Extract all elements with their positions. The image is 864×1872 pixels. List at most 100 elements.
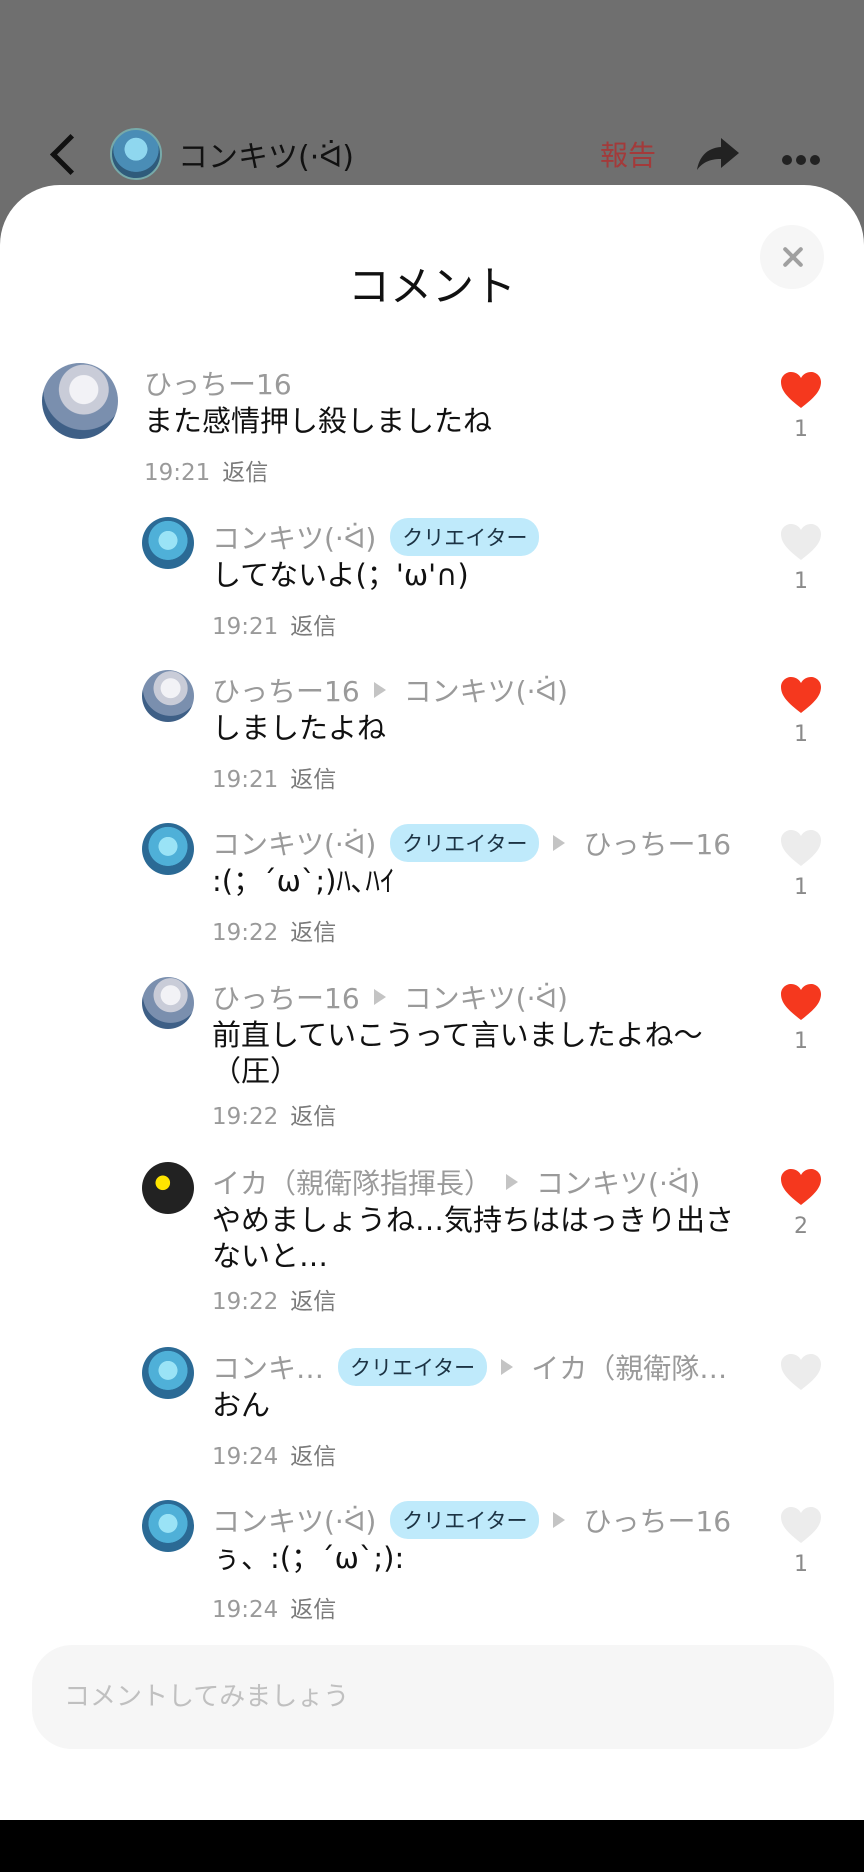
- avatar[interactable]: [142, 977, 194, 1029]
- comment-author[interactable]: ひっちー16: [212, 977, 360, 1017]
- comment-input[interactable]: [32, 1645, 834, 1749]
- creator-badge: クリエイター: [390, 1501, 540, 1539]
- like-count: 1: [794, 417, 808, 442]
- comment-text: :(；´ω`;)ﾊ､ﾊｲ: [212, 864, 395, 898]
- reply-button[interactable]: 返信: [290, 1444, 336, 1470]
- back-icon[interactable]: [44, 132, 84, 176]
- reply-arrow-icon: [373, 682, 386, 698]
- heart-icon[interactable]: [780, 1353, 822, 1391]
- share-icon[interactable]: [695, 136, 741, 172]
- comment-meta: コンキ… クリエイター イカ（親衛隊…: [212, 1347, 727, 1387]
- comment-time-row: 19:24 返信: [212, 1590, 336, 1624]
- report-button[interactable]: 報告: [600, 134, 656, 174]
- comment-meta: ひっちー16: [144, 363, 292, 403]
- comment-time-row: 19:22 返信: [212, 1282, 336, 1316]
- like-count: 1: [794, 1552, 808, 1577]
- reply-arrow-icon: [373, 989, 386, 1005]
- comment-author[interactable]: コンキ…: [212, 1347, 324, 1387]
- avatar[interactable]: [142, 1500, 194, 1552]
- reply-button[interactable]: 返信: [290, 1104, 336, 1130]
- top-bar: コンキツ(·ᐛ) 報告: [0, 0, 864, 200]
- comment-time-row: 19:21 返信: [212, 607, 336, 641]
- heart-icon[interactable]: [780, 829, 822, 867]
- reply-button[interactable]: 返信: [290, 1289, 336, 1315]
- reply-target[interactable]: ひっちー16: [583, 823, 731, 863]
- creator-badge: クリエイター: [390, 518, 540, 556]
- creator-avatar[interactable]: [110, 128, 162, 180]
- like-count: 1: [794, 569, 808, 594]
- creator-badge: クリエイター: [390, 824, 540, 862]
- comment-time: 19:24: [212, 1444, 279, 1470]
- comment-sheet: コメント ひっちー16 また感情押し殺しましたね 19:21 返信 1 コンキツ(…: [0, 185, 864, 1820]
- system-nav-bar: [0, 1820, 864, 1872]
- reply-button[interactable]: 返信: [290, 767, 336, 793]
- comment-meta: ひっちー16 コンキツ(·ᐛ): [212, 977, 568, 1017]
- like-count: 1: [794, 722, 808, 747]
- comment-meta: ひっちー16 コンキツ(·ᐛ): [212, 670, 568, 710]
- comment-text: しましたよね: [212, 711, 387, 745]
- comment-time: 19:21: [212, 614, 279, 640]
- like-count: 2: [794, 1214, 808, 1239]
- comment-time: 19:21: [212, 767, 279, 793]
- avatar[interactable]: [142, 670, 194, 722]
- reply-target[interactable]: コンキツ(·ᐛ): [404, 977, 568, 1017]
- comment-meta: コンキツ(·ᐛ) クリエイター ひっちー16: [212, 1500, 731, 1540]
- comment-time: 19:22: [212, 1289, 279, 1315]
- comment-text: また感情押し殺しましたね: [144, 404, 493, 438]
- comment-time: 19:24: [212, 1597, 279, 1623]
- comment-author[interactable]: コンキツ(·ᐛ): [212, 1500, 376, 1540]
- comment-meta: コンキツ(·ᐛ) クリエイター ひっちー16: [212, 823, 731, 863]
- comment-author[interactable]: コンキツ(·ᐛ): [212, 823, 376, 863]
- comment-text: やめましょうね…気持ちははっきり出さないと…: [212, 1203, 735, 1273]
- comment-time: 19:22: [212, 920, 279, 946]
- comment-author[interactable]: ひっちー16: [212, 670, 360, 710]
- comment-time-row: 19:22 返信: [212, 1097, 336, 1131]
- comment-time: 19:22: [212, 1104, 279, 1130]
- creator-name[interactable]: コンキツ(·ᐛ): [178, 132, 354, 176]
- reply-button[interactable]: 返信: [290, 920, 336, 946]
- creator-badge: クリエイター: [338, 1348, 488, 1386]
- heart-icon[interactable]: [780, 371, 822, 409]
- comment-text: ぅ、:(；´ω`;):: [212, 1541, 405, 1575]
- comment-meta: イカ（親衛隊指揮長） コンキツ(·ᐛ): [212, 1162, 700, 1202]
- comment-text: おん: [212, 1388, 271, 1422]
- comment-text: してないよ(；'ω'∩): [212, 558, 469, 592]
- reply-target[interactable]: コンキツ(·ᐛ): [404, 670, 568, 710]
- reply-button[interactable]: 返信: [222, 460, 268, 486]
- comment-author[interactable]: ひっちー16: [144, 363, 292, 403]
- like-count: 1: [794, 1029, 808, 1054]
- comment-author[interactable]: イカ（親衛隊指揮長）: [212, 1162, 492, 1202]
- heart-icon[interactable]: [780, 1506, 822, 1544]
- avatar[interactable]: [142, 1347, 194, 1399]
- reply-arrow-icon: [553, 1512, 566, 1528]
- comment-text: 前直していこうって言いましたよね〜（圧）: [212, 1018, 703, 1088]
- comment-time-row: 19:22 返信: [212, 913, 336, 947]
- heart-icon[interactable]: [780, 676, 822, 714]
- avatar[interactable]: [142, 1162, 194, 1214]
- reply-target[interactable]: コンキツ(·ᐛ): [536, 1162, 700, 1202]
- reply-arrow-icon: [553, 835, 566, 851]
- reply-arrow-icon: [501, 1359, 514, 1375]
- reply-button[interactable]: 返信: [290, 614, 336, 640]
- like-count: 1: [794, 875, 808, 900]
- reply-arrow-icon: [506, 1174, 519, 1190]
- comment-author[interactable]: コンキツ(·ᐛ): [212, 517, 376, 557]
- comment-time-row: 19:24 返信: [212, 1437, 336, 1471]
- reply-button[interactable]: 返信: [290, 1597, 336, 1623]
- close-icon[interactable]: [760, 225, 824, 289]
- sheet-title: コメント: [347, 262, 516, 311]
- heart-icon[interactable]: [780, 523, 822, 561]
- avatar[interactable]: [142, 823, 194, 875]
- comment-meta: コンキツ(·ᐛ) クリエイター: [212, 517, 540, 557]
- reply-target[interactable]: イカ（親衛隊…: [531, 1347, 727, 1387]
- comment-input-box[interactable]: [32, 1645, 834, 1749]
- heart-icon[interactable]: [780, 983, 822, 1021]
- more-icon[interactable]: [782, 150, 824, 165]
- avatar[interactable]: [142, 517, 194, 569]
- avatar[interactable]: [42, 363, 118, 439]
- reply-target[interactable]: ひっちー16: [583, 1500, 731, 1540]
- comment-time-row: 19:21 返信: [212, 760, 336, 794]
- comment-time-row: 19:21 返信: [144, 453, 268, 487]
- heart-icon[interactable]: [780, 1168, 822, 1206]
- comment-time: 19:21: [144, 460, 211, 486]
